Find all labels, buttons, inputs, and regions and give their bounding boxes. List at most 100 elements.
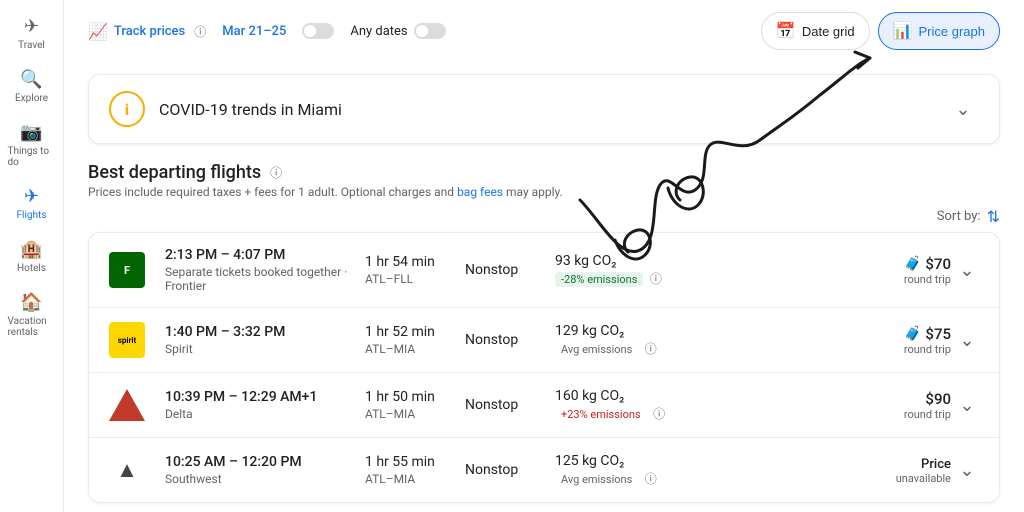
emissions-main-2: 129 kg CO₂ (555, 323, 841, 339)
track-prices-toggle[interactable] (302, 23, 334, 39)
route-text-3: ATL–MIA (365, 407, 465, 421)
date-range: Mar 21–25 (222, 24, 286, 39)
subtitle-text: Prices include required taxes + fees for… (88, 185, 454, 199)
price-sub-2: round trip (841, 343, 951, 356)
flight-time-2: 1:40 PM – 3:32 PM (165, 324, 365, 340)
duration-text-3: 1 hr 50 min (365, 389, 465, 405)
emissions-info-2[interactable]: ⓘ (645, 342, 657, 356)
expand-btn-4[interactable]: ⌄ (951, 460, 983, 481)
sidebar-label-vacation: Vacation rentals (8, 316, 56, 338)
date-grid-label: Date grid (802, 24, 855, 39)
flight-carrier-1: Separate tickets booked together · Front… (165, 265, 365, 293)
expand-btn-1[interactable]: ⌄ (951, 260, 983, 281)
flight-times-4: 10:25 AM – 12:20 PM Southwest (165, 454, 365, 486)
flight-duration-3: 1 hr 50 min ATL–MIA (365, 389, 465, 421)
any-dates-toggle[interactable] (414, 23, 446, 39)
emissions-info-4[interactable]: ⓘ (645, 472, 657, 486)
sidebar: ✈ Travel 🔍 Explore 📷 Things to do ✈ Flig… (0, 0, 64, 512)
explore-icon: 🔍 (20, 69, 42, 90)
price-graph-button[interactable]: 📊 Price graph (878, 12, 1000, 50)
flight-duration-1: 1 hr 54 min ATL–FLL (365, 254, 465, 286)
expand-btn-2[interactable]: ⌄ (951, 330, 983, 351)
flight-stops-3: Nonstop (465, 397, 555, 413)
flights-icon: ✈ (24, 186, 39, 207)
sort-row: Sort by: ⇅ (88, 207, 1000, 226)
main-content: 📈 Track prices ⓘ Mar 21–25 Any dates 📅 D… (64, 0, 1024, 512)
flight-times-1: 2:13 PM – 4:07 PM Separate tickets booke… (165, 247, 365, 293)
delta-logo (105, 387, 149, 423)
date-grid-icon: 📅 (776, 21, 796, 41)
luggage-icon-2: 🧳 (904, 326, 921, 342)
sort-label: Sort by: (937, 209, 981, 224)
route-text-1: ATL–FLL (365, 272, 465, 286)
flight-price-1: 🧳 $70 round trip (841, 255, 951, 286)
track-prices-icon: 📈 (88, 22, 108, 41)
track-prices-info-icon[interactable]: ⓘ (194, 23, 206, 40)
sidebar-label-flights: Flights (17, 210, 47, 221)
emissions-info-1[interactable]: ⓘ (650, 272, 662, 286)
toolbar: 📈 Track prices ⓘ Mar 21–25 Any dates 📅 D… (88, 12, 1000, 58)
flight-carrier-4: Southwest (165, 472, 365, 486)
flight-row-southwest[interactable]: ▲ 10:25 AM – 12:20 PM Southwest 1 hr 55 … (89, 438, 999, 502)
price-main-3: $90 (925, 390, 951, 408)
track-prices-label: Track prices (114, 24, 185, 39)
flight-row-spirit[interactable]: spirit 1:40 PM – 3:32 PM Spirit 1 hr 52 … (89, 308, 999, 373)
section-subtitle: Prices include required taxes + fees for… (88, 185, 1000, 199)
bag-fees-link[interactable]: bag fees (457, 185, 503, 199)
sidebar-item-explore[interactable]: 🔍 Explore (4, 61, 60, 112)
duration-text-2: 1 hr 52 min (365, 324, 465, 340)
sidebar-item-things-to-do[interactable]: 📷 Things to do (4, 114, 60, 176)
spirit-logo: spirit (105, 322, 149, 358)
sidebar-label-travel: Travel (18, 40, 45, 51)
price-sub-3: round trip (841, 408, 951, 421)
sidebar-item-vacation-rentals[interactable]: 🏠 Vacation rentals (4, 284, 60, 346)
route-text-4: ATL–MIA (365, 472, 465, 486)
emissions-main-3: 160 kg CO₂ (555, 388, 841, 404)
sidebar-item-flights[interactable]: ✈ Flights (4, 178, 60, 229)
price-main-1: $70 (925, 255, 951, 273)
date-grid-button[interactable]: 📅 Date grid (761, 12, 870, 50)
sidebar-label-explore: Explore (15, 93, 48, 104)
flight-row-delta[interactable]: 10:39 PM – 12:29 AM+1 Delta 1 hr 50 min … (89, 373, 999, 438)
flight-emissions-4: 125 kg CO₂ Avg emissions ⓘ (555, 453, 841, 487)
flight-times-2: 1:40 PM – 3:32 PM Spirit (165, 324, 365, 356)
sort-icon[interactable]: ⇅ (987, 207, 1000, 226)
covid-expand-button[interactable]: ⌄ (947, 99, 979, 120)
price-sub-1: round trip (841, 273, 951, 286)
hotels-icon: 🏨 (20, 239, 42, 260)
flight-time-4: 10:25 AM – 12:20 PM (165, 454, 365, 470)
flight-carrier-2: Spirit (165, 342, 365, 356)
subtitle-end: may apply. (506, 185, 563, 199)
sidebar-item-hotels[interactable]: 🏨 Hotels (4, 231, 60, 282)
flight-row-frontier[interactable]: F 2:13 PM – 4:07 PM Separate tickets boo… (89, 233, 999, 308)
price-main-4: Price (921, 457, 951, 472)
emissions-badge-1: -28% emissions (555, 272, 643, 287)
emissions-badge-2: Avg emissions (555, 342, 638, 357)
covid-info-icon: i (109, 91, 145, 127)
flight-price-2: 🧳 $75 round trip (841, 325, 951, 356)
any-dates-section[interactable]: Any dates (350, 23, 445, 39)
emissions-badge-4: Avg emissions (555, 472, 638, 487)
flight-time-1: 2:13 PM – 4:07 PM (165, 247, 365, 263)
sidebar-item-travel[interactable]: ✈ Travel (4, 8, 60, 59)
flight-time-3: 10:39 PM – 12:29 AM+1 (165, 389, 365, 405)
covid-title: COVID-19 trends in Miami (159, 100, 342, 119)
emissions-info-3[interactable]: ⓘ (653, 407, 665, 421)
section-info-icon[interactable]: ⓘ (270, 164, 282, 181)
flight-price-3: $90 round trip (841, 390, 951, 421)
flight-emissions-3: 160 kg CO₂ +23% emissions ⓘ (555, 388, 841, 422)
price-sub-4: unavailable (841, 472, 951, 485)
emissions-main-1: 93 kg CO₂ (555, 253, 841, 269)
emissions-main-4: 125 kg CO₂ (555, 453, 841, 469)
flight-times-3: 10:39 PM – 12:29 AM+1 Delta (165, 389, 365, 421)
vacation-icon: 🏠 (20, 292, 42, 313)
flight-price-4: Price unavailable (841, 456, 951, 485)
southwest-logo: ▲ (105, 452, 149, 488)
flight-duration-4: 1 hr 55 min ATL–MIA (365, 454, 465, 486)
any-dates-label: Any dates (350, 24, 407, 39)
expand-btn-3[interactable]: ⌄ (951, 395, 983, 416)
flight-duration-2: 1 hr 52 min ATL–MIA (365, 324, 465, 356)
track-prices-section[interactable]: 📈 Track prices ⓘ (88, 22, 206, 41)
covid-banner[interactable]: i COVID-19 trends in Miami ⌄ (88, 74, 1000, 144)
flights-list: F 2:13 PM – 4:07 PM Separate tickets boo… (88, 232, 1000, 503)
